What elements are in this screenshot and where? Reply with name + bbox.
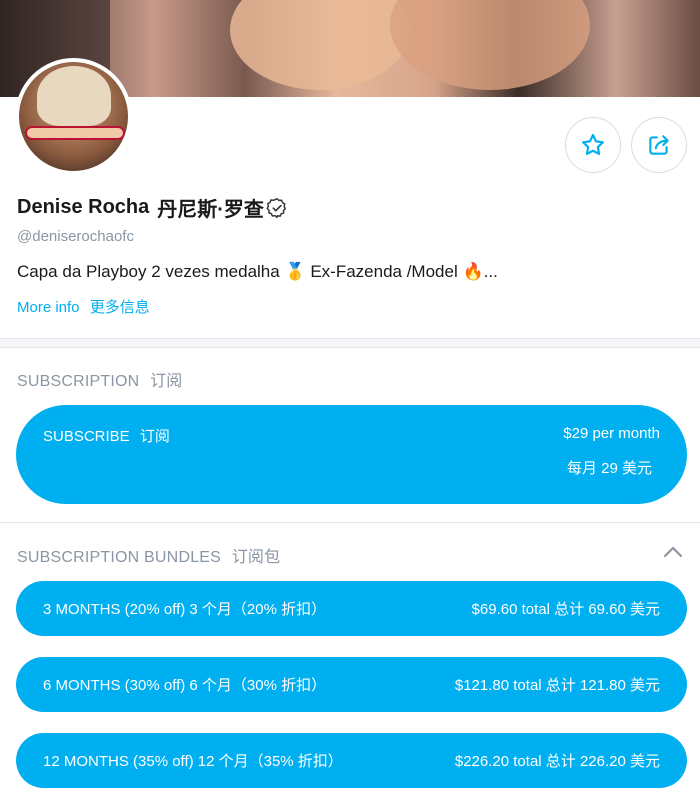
divider xyxy=(0,338,700,339)
profile-handle: @deniserochaofc xyxy=(17,228,134,245)
more-info-label-cn: 更多信息 xyxy=(89,299,150,316)
profile-name-row: Denise Rocha 丹尼斯·罗查 xyxy=(17,193,288,222)
bundles-title-cn: 订阅包 xyxy=(231,549,281,566)
subscribe-price-cn: 每月 29 美元 xyxy=(566,460,652,477)
bundle-label: 6 MONTHS (30% off) 6 个月（30% 折扣） xyxy=(43,677,327,694)
bundles-title-text: SUBSCRIPTION BUNDLES xyxy=(17,549,222,566)
star-icon xyxy=(582,133,604,155)
bundle-button-12-months[interactable]: 12 MONTHS (35% off) 12 个月（35% 折扣） $226.2… xyxy=(16,733,687,788)
bundles-title: SUBSCRIPTION BUNDLES 订阅包 xyxy=(17,543,280,567)
subscribe-label-cn: 订阅 xyxy=(139,428,170,445)
share-button[interactable] xyxy=(631,117,687,173)
bundle-label: 12 MONTHS (35% off) 12 个月（35% 折扣） xyxy=(43,753,343,770)
bundle-button-6-months[interactable]: 6 MONTHS (30% off) 6 个月（30% 折扣） $121.80 … xyxy=(16,657,687,712)
divider xyxy=(0,522,700,523)
subscribe-label-text: SUBSCRIBE xyxy=(43,428,130,445)
avatar[interactable] xyxy=(15,58,132,175)
profile-name: Denise Rocha xyxy=(17,196,150,218)
subscription-title-cn: 订阅 xyxy=(150,373,183,390)
bundle-price: $69.60 total 总计 69.60 美元 xyxy=(471,601,660,618)
subscribe-label: SUBSCRIBE 订阅 xyxy=(43,425,170,446)
subscription-title: SUBSCRIPTION 订阅 xyxy=(17,367,182,391)
verified-badge-icon xyxy=(266,197,287,218)
subscribe-price: $29 per month xyxy=(563,425,660,442)
profile-bio: Capa da Playboy 2 vezes medalha 🥇 Ex-Faz… xyxy=(17,262,498,281)
subscribe-button[interactable]: SUBSCRIBE 订阅 $29 per month 每月 29 美元 xyxy=(16,405,687,504)
bundle-price: $226.20 total 总计 226.20 美元 xyxy=(454,753,660,770)
more-info-label: More info xyxy=(17,299,80,316)
bundle-button-3-months[interactable]: 3 MONTHS (20% off) 3 个月（20% 折扣） $69.60 t… xyxy=(16,581,687,636)
share-icon xyxy=(649,135,669,155)
subscription-title-text: SUBSCRIPTION xyxy=(17,373,140,390)
bundle-label: 3 MONTHS (20% off) 3 个月（20% 折扣） xyxy=(43,601,327,618)
favorite-button[interactable] xyxy=(565,117,621,173)
divider xyxy=(0,347,700,348)
more-info-link[interactable]: More info 更多信息 xyxy=(17,296,150,317)
profile-name-cn: 丹尼斯·罗查 xyxy=(157,199,264,221)
chevron-up-icon[interactable] xyxy=(663,545,683,559)
bundle-price: $121.80 total 总计 121.80 美元 xyxy=(454,677,660,694)
